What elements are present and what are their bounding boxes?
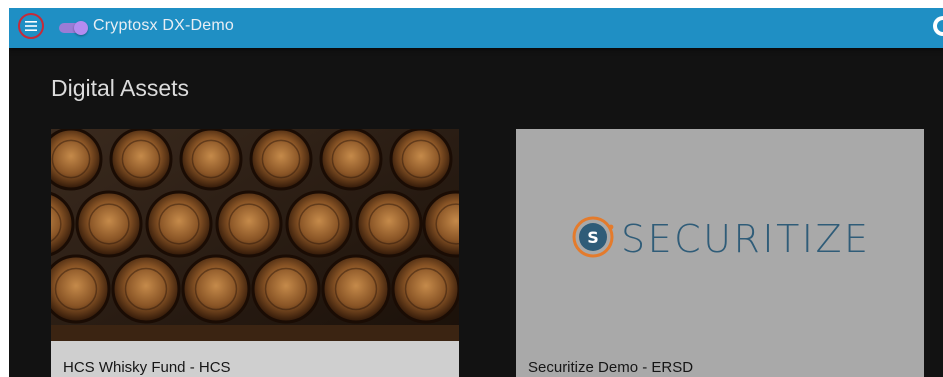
app-title: Cryptosx DX-Demo [93,17,235,34]
barrel-shape [391,254,459,324]
barrel-shape [389,129,453,191]
securitize-logo-area: S SECURITIZE [516,129,924,341]
app-frame: Cryptosx DX-Demo Digital Assets HCS Whis… [9,8,943,377]
asset-card-hcs[interactable]: HCS Whisky Fund - HCS [51,129,459,377]
barrel-shape [251,254,321,324]
barrel-shape [179,129,243,191]
account-button[interactable] [933,16,943,36]
menu-button[interactable] [18,13,44,39]
barrel-shape [109,129,173,191]
app-bar: Cryptosx DX-Demo [9,8,943,48]
securitize-logo-text: SECURITIZE [621,217,871,261]
whisky-barrels-photo [51,129,459,341]
barrel-shape [319,129,383,191]
menu-icon [25,21,37,31]
barrel-shape [111,254,181,324]
card-label: HCS Whisky Fund - HCS [63,359,231,376]
asset-card-securitize[interactable]: S SECURITIZE Securitize Demo - ERSD [516,129,924,377]
securitize-logo: S SECURITIZE [571,207,871,267]
svg-text:S: S [587,228,599,247]
barrel-shape [51,254,111,324]
barrel-shape [285,190,353,258]
barrel-shape [75,190,143,258]
toggle-thumb [74,21,88,35]
barrel-shape [145,190,213,258]
theme-toggle[interactable] [59,21,89,35]
account-icon [937,20,943,32]
barrels-image [51,129,459,341]
barrel-shape [321,254,391,324]
barrel-shape [249,129,313,191]
barrel-shape [51,129,103,191]
barrel-shape [355,190,423,258]
barrel-shape [215,190,283,258]
card-label: Securitize Demo - ERSD [528,359,694,376]
barrel-shape [181,254,251,324]
securitize-logo-icon: S [572,216,614,258]
page-title: Digital Assets [51,75,190,101]
